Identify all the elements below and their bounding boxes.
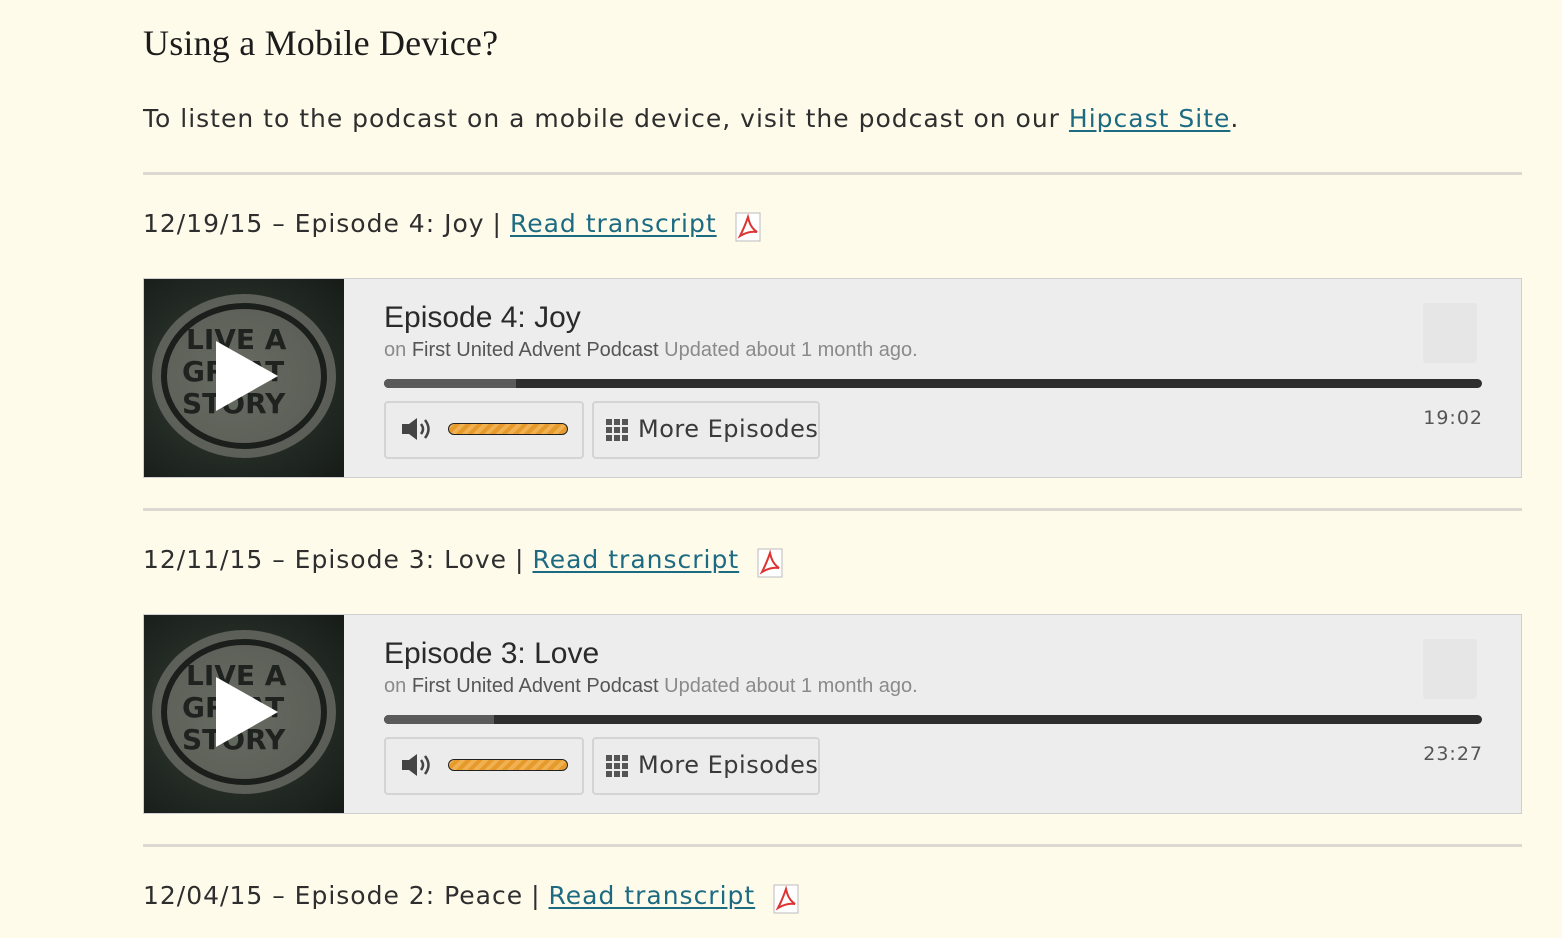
- duration: 19:02: [1423, 407, 1483, 429]
- separator: |: [515, 544, 525, 574]
- more-episodes-button[interactable]: More Episodes: [592, 737, 820, 795]
- share-placeholder: [1423, 303, 1477, 363]
- mobile-intro-period: .: [1230, 104, 1240, 133]
- hipcast-site-link[interactable]: Hipcast Site: [1069, 104, 1230, 133]
- show-name[interactable]: First United Advent Podcast: [412, 339, 659, 361]
- volume-slider[interactable]: [448, 423, 568, 435]
- read-transcript-link[interactable]: Read transcript: [549, 881, 756, 910]
- volume-slider[interactable]: [448, 759, 568, 771]
- progress-bar[interactable]: [384, 379, 1482, 388]
- volume-control[interactable]: [384, 401, 584, 459]
- show-name[interactable]: First United Advent Podcast: [412, 675, 659, 697]
- on-label: on: [384, 675, 407, 697]
- grid-icon: [606, 419, 628, 441]
- on-label: on: [384, 339, 407, 361]
- pdf-icon[interactable]: [735, 212, 763, 242]
- separator: |: [492, 208, 502, 238]
- more-episodes-label: More Episodes: [638, 751, 819, 779]
- volume-control[interactable]: [384, 737, 584, 795]
- divider: [143, 172, 1522, 175]
- read-transcript-link[interactable]: Read transcript: [532, 545, 739, 574]
- progress-fill: [384, 379, 516, 388]
- mobile-intro-text: To listen to the podcast on a mobile dev…: [143, 104, 1069, 133]
- grid-icon: [606, 755, 628, 777]
- progress-bar[interactable]: [384, 715, 1482, 724]
- player-subtitle: on First United Advent Podcast Updated a…: [384, 675, 918, 698]
- episode-artwork[interactable]: LIVE A GREAT STORY: [144, 615, 344, 813]
- share-placeholder: [1423, 639, 1477, 699]
- updated-text: Updated about 1 month ago.: [664, 675, 918, 697]
- audio-player: LIVE A GREAT STORY Episode 3: Love on Fi…: [143, 614, 1522, 814]
- mobile-intro: To listen to the podcast on a mobile dev…: [143, 104, 1239, 133]
- episode-date-title: 12/04/15 – Episode 2: Peace: [143, 880, 524, 910]
- more-episodes-button[interactable]: More Episodes: [592, 401, 820, 459]
- episode-heading: 12/19/15 – Episode 4: Joy | Read transcr…: [143, 208, 763, 242]
- divider: [143, 844, 1522, 847]
- player-title: Episode 4: Joy: [384, 301, 581, 334]
- episode-heading: 12/04/15 – Episode 2: Peace | Read trans…: [143, 880, 801, 914]
- pdf-icon[interactable]: [773, 884, 801, 914]
- audio-player: LIVE A GREAT STORY Episode 4: Joy on Fir…: [143, 278, 1522, 478]
- updated-text: Updated about 1 month ago.: [664, 339, 918, 361]
- artwork-text-line: LIVE A: [186, 659, 287, 692]
- mobile-heading: Using a Mobile Device?: [143, 23, 499, 63]
- artwork-text-line: LIVE A: [186, 323, 287, 356]
- episode-heading: 12/11/15 – Episode 3: Love | Read transc…: [143, 544, 785, 578]
- divider: [143, 508, 1522, 511]
- progress-fill: [384, 715, 494, 724]
- episode-date-title: 12/11/15 – Episode 3: Love: [143, 544, 508, 574]
- more-episodes-label: More Episodes: [638, 415, 819, 443]
- speaker-icon[interactable]: [400, 416, 436, 442]
- duration: 23:27: [1423, 743, 1483, 765]
- episode-date-title: 12/19/15 – Episode 4: Joy: [143, 208, 485, 238]
- episode-artwork[interactable]: LIVE A GREAT STORY: [144, 279, 344, 477]
- separator: |: [531, 880, 541, 910]
- speaker-icon[interactable]: [400, 752, 436, 778]
- player-title: Episode 3: Love: [384, 637, 600, 670]
- read-transcript-link[interactable]: Read transcript: [510, 209, 717, 238]
- player-subtitle: on First United Advent Podcast Updated a…: [384, 339, 918, 362]
- pdf-icon[interactable]: [757, 548, 785, 578]
